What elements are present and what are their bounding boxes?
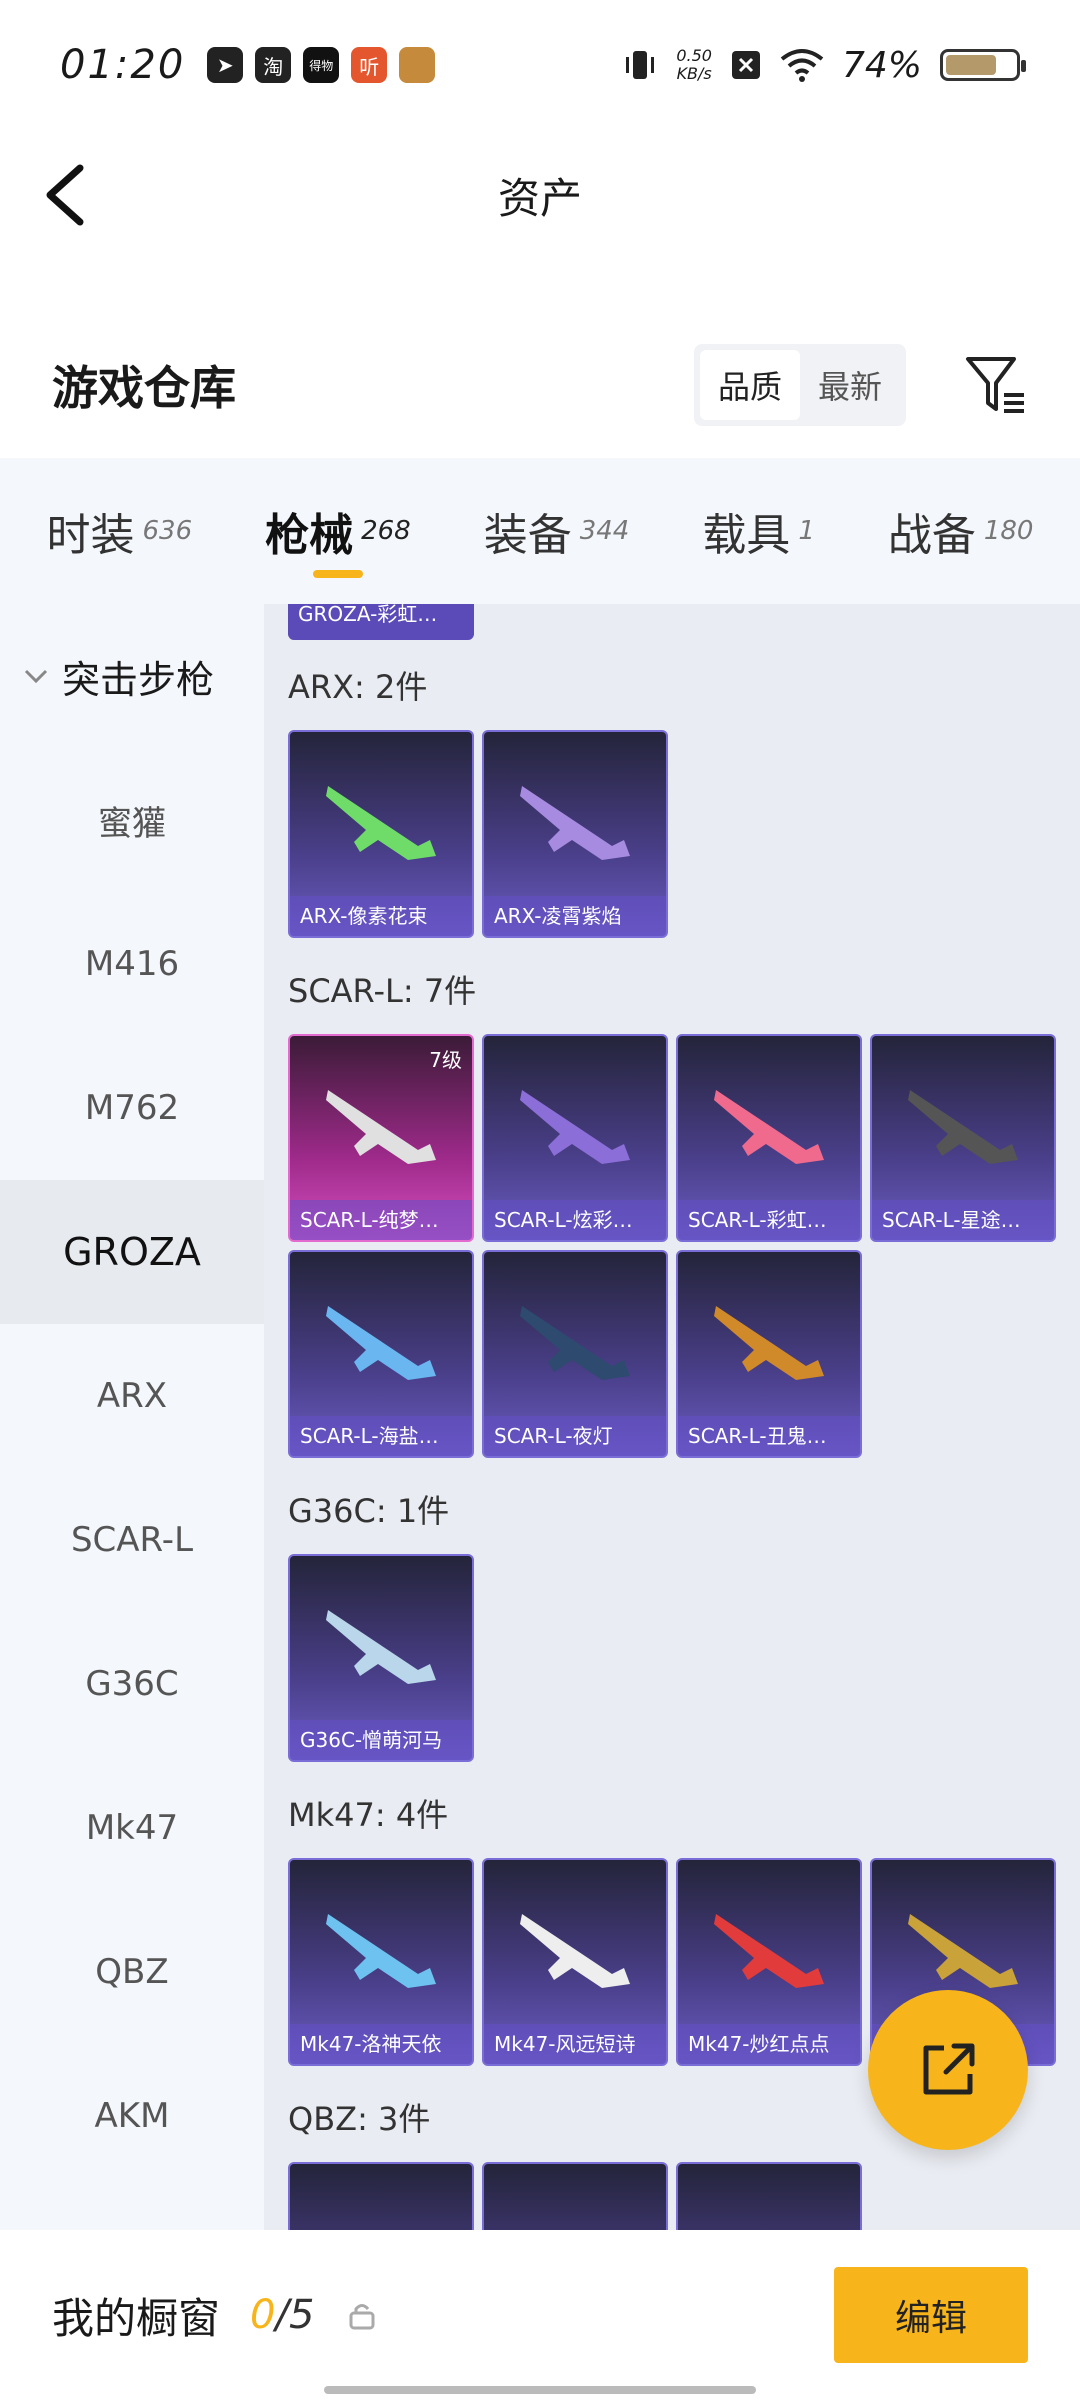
weapon-sidebar: 突击步枪 蜜獾 M416 M762 GROZA ARX SCAR-L G36C … <box>0 604 264 2230</box>
rifle-icon <box>326 1914 436 1988</box>
share-icon <box>923 2043 975 2095</box>
rifle-icon <box>714 1090 824 1164</box>
skin-card[interactable]: SCAR-L-海盐… <box>288 1250 474 1458</box>
sidebar-item-honey-badger[interactable]: 蜜獾 <box>0 748 264 892</box>
rifle-icon <box>908 1914 1018 1988</box>
skin-card-partial[interactable]: GROZA-彩虹… <box>288 604 474 640</box>
wifi-icon <box>780 49 824 82</box>
sidebar-item-akm[interactable]: AKM <box>0 2044 264 2188</box>
sidebar-item-qbz[interactable]: QBZ <box>0 1900 264 2044</box>
bird-app-icon: ➤ <box>207 47 244 83</box>
taobao-app-icon: 淘 <box>255 47 292 83</box>
tab-vehicles[interactable]: 载具 1 <box>702 458 815 604</box>
rifle-icon <box>714 1306 824 1380</box>
rifle-icon <box>714 1914 824 1988</box>
skin-card[interactable] <box>288 2162 474 2230</box>
rifle-icon <box>520 1914 630 1988</box>
skin-card[interactable]: SCAR-L-彩虹… <box>676 1034 862 1242</box>
skin-card[interactable]: SCAR-L-丑鬼… <box>676 1250 862 1458</box>
sidebar-group-assault-rifles[interactable]: 突击步枪 <box>0 604 264 748</box>
rifle-icon <box>326 1306 436 1380</box>
rifle-icon <box>326 1090 436 1164</box>
chevron-down-icon <box>24 669 48 684</box>
dewu-app-icon: 得物 <box>303 47 340 83</box>
warehouse-bar: 游戏仓库 品质 最新 <box>0 330 1080 440</box>
sidebar-item-g36c[interactable]: G36C <box>0 1612 264 1756</box>
status-time: 01:20 <box>60 42 186 88</box>
skin-card[interactable]: Mk47-风远短诗 <box>482 1858 668 2066</box>
showcase-count: 0/5 <box>250 2292 315 2338</box>
vibrate-icon <box>626 51 655 79</box>
rifle-icon <box>520 1090 630 1164</box>
game-app-icon <box>399 47 436 83</box>
network-speed: 0.50 KB/s <box>676 46 712 83</box>
status-right: 0.50 KB/s 74% <box>622 44 1026 86</box>
lock-icon <box>349 2304 375 2330</box>
tab-equipment[interactable]: 装备 344 <box>484 458 630 604</box>
rifle-icon <box>520 1306 630 1380</box>
notification-icons: ➤ 淘 得物 听 <box>207 47 436 83</box>
skin-card[interactable]: Mk47-洛神天依 <box>288 1858 474 2066</box>
back-arrow-icon[interactable] <box>40 160 100 230</box>
sidebar-item-groza[interactable]: GROZA <box>0 1180 264 1324</box>
active-tab-underline <box>312 570 363 578</box>
sidebar-item-mk47[interactable]: Mk47 <box>0 1756 264 1900</box>
skin-card[interactable]: ARX-凌霄紫焰 <box>482 730 668 938</box>
top-header: 资产 <box>0 130 1080 260</box>
skin-card[interactable]: SCAR-L-星途… <box>870 1034 1056 1242</box>
share-fab-button[interactable] <box>868 1990 1028 2150</box>
skin-card[interactable]: Mk47-炒红点点 <box>676 1858 862 2066</box>
sort-toggle: 品质 最新 <box>693 344 906 426</box>
edit-button[interactable]: 编辑 <box>834 2267 1028 2363</box>
section-title-g36c: G36C: 1件 <box>288 1492 450 1530</box>
battery-icon <box>940 49 1026 81</box>
rifle-icon <box>520 786 630 860</box>
rifle-icon <box>908 1090 1018 1164</box>
page-title: 资产 <box>497 173 582 223</box>
filter-icon[interactable] <box>964 353 1028 417</box>
skin-card[interactable]: ARX-像素花束 <box>288 730 474 938</box>
weapon-skin-grid: GROZA-彩虹… ARX: 2件 ARX-像素花束 ARX-凌霄紫焰 SCAR… <box>264 604 1080 2230</box>
tab-guns[interactable]: 枪械 268 <box>265 458 411 604</box>
rifle-icon <box>326 786 436 860</box>
sim-off-icon <box>731 51 760 79</box>
tab-supplies[interactable]: 战备 180 <box>888 458 1034 604</box>
category-tabs: 时装 636 枪械 268 装备 344 载具 1 战备 180 <box>0 458 1080 604</box>
battery-percent: 74% <box>841 44 922 86</box>
sort-quality-button[interactable]: 品质 <box>699 350 800 420</box>
showcase-label: 我的橱窗 <box>52 2293 221 2343</box>
skin-card[interactable]: SCAR-L-夜灯 <box>482 1250 668 1458</box>
skin-card[interactable] <box>482 2162 668 2230</box>
sort-latest-button[interactable]: 最新 <box>800 350 900 420</box>
section-title-arx: ARX: 2件 <box>288 668 428 706</box>
ting-app-icon: 听 <box>351 47 388 83</box>
tab-fashion[interactable]: 时装 636 <box>46 458 192 604</box>
section-title-qbz: QBZ: 3件 <box>288 2100 431 2138</box>
rifle-icon <box>326 1610 436 1684</box>
section-title-scar-l: SCAR-L: 7件 <box>288 972 477 1010</box>
sidebar-item-m416[interactable]: M416 <box>0 892 264 1036</box>
status-bar: 01:20 ➤ 淘 得物 听 0.50 KB/s 74% <box>0 0 1080 130</box>
sidebar-item-scar-l[interactable]: SCAR-L <box>0 1468 264 1612</box>
skin-card[interactable] <box>676 2162 862 2230</box>
skin-card[interactable]: SCAR-L-炫彩… <box>482 1034 668 1242</box>
skin-card[interactable]: G36C-憎萌河马 <box>288 1554 474 1762</box>
sidebar-item-m762[interactable]: M762 <box>0 1036 264 1180</box>
sidebar-item-arx[interactable]: ARX <box>0 1324 264 1468</box>
skin-card[interactable]: 7级 SCAR-L-纯梦… <box>288 1034 474 1242</box>
warehouse-label: 游戏仓库 <box>52 361 236 415</box>
section-title-mk47: Mk47: 4件 <box>288 1796 449 1834</box>
showcase-bar: 我的橱窗 0/5 编辑 <box>0 2230 1080 2400</box>
home-indicator <box>324 2386 756 2394</box>
